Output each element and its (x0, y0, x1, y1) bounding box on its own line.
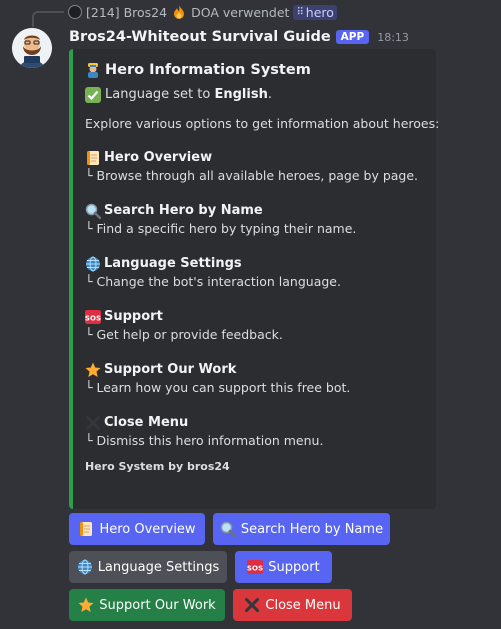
sos-icon-text: SOS (247, 563, 263, 572)
section-language-title: Language Settings (85, 254, 424, 273)
language-suffix: . (267, 87, 272, 102)
bot-username[interactable]: Bros24-Whiteout Survival Guide (69, 29, 331, 45)
scroll-icon (78, 521, 94, 537)
section-support-desc: └ Get help or provide feedback. (85, 327, 283, 342)
section-hero-overview-desc: └ Browse through all available heroes, p… (85, 168, 419, 183)
star-icon (85, 362, 101, 378)
language-line: Language set to English. (85, 86, 424, 104)
reply-connector (32, 11, 64, 27)
message-timestamp[interactable]: 18:13 (377, 31, 409, 44)
section-title-text: Support Our Work (104, 362, 237, 377)
message-header: Bros24-Whiteout Survival Guide APP 18:13 (69, 27, 409, 47)
sos-icon: SOS (247, 559, 264, 575)
scroll-icon (85, 150, 101, 166)
section-title-text: Close Menu (104, 415, 189, 430)
section-title-text: Support (104, 309, 163, 324)
avatar[interactable] (12, 28, 52, 68)
section-title-text: Hero Overview (104, 150, 213, 165)
button-label: Search Hero by Name (240, 521, 384, 537)
section-close-title: Close Menu (85, 413, 424, 432)
command-grid-icon: ⠿ (296, 6, 304, 18)
language-prefix: Language set to (105, 87, 215, 102)
globe-icon (85, 256, 101, 272)
button-label: Close Menu (265, 597, 341, 613)
magnifier-icon (85, 203, 101, 219)
command-name: hero (305, 4, 334, 20)
support-our-work-button[interactable]: Support Our Work (69, 589, 225, 621)
hero-info-embed: Hero Information System Language set to … (69, 49, 440, 509)
reply-avatar (68, 5, 82, 19)
button-label: Support Our Work (99, 597, 216, 613)
search-hero-button[interactable]: Search Hero by Name (213, 513, 390, 545)
embed-intro: Explore various options to get informati… (85, 116, 440, 131)
section-search-title: Search Hero by Name (85, 201, 424, 220)
section-title-text: Search Hero by Name (104, 203, 263, 218)
section-title-text: Language Settings (104, 256, 242, 271)
language-settings-button[interactable]: Language Settings (69, 551, 227, 583)
reply-text: DOA verwendet (191, 4, 290, 20)
button-label: Language Settings (97, 559, 220, 575)
close-menu-button[interactable]: Close Menu (233, 589, 352, 621)
cross-icon (85, 415, 101, 431)
section-hero-overview-title: Hero Overview (85, 148, 424, 167)
section-language-desc: └ Change the bot's interaction language. (85, 274, 341, 289)
section-search-desc: └ Find a specific hero by typing their n… (85, 221, 357, 236)
command-mention[interactable]: ⠿ hero (293, 4, 337, 20)
reply-reference[interactable]: [214] Bros24 DOA verwendet ⠿ hero (68, 3, 337, 21)
mechanic-icon (85, 62, 101, 78)
sos-icon-text: SOS (85, 313, 101, 322)
star-icon (78, 597, 94, 613)
embed-footer: Hero System by bros24 (85, 460, 230, 473)
fire-icon (171, 4, 187, 20)
hero-overview-button[interactable]: Hero Overview (69, 513, 205, 545)
check-mark-icon (85, 87, 101, 103)
button-label: Support (268, 559, 320, 575)
reply-username[interactable]: [214] Bros24 (86, 5, 167, 20)
embed-title: Hero Information System (85, 59, 424, 81)
magnifier-icon (220, 521, 236, 537)
section-support-work-desc: └ Learn how you can support this free bo… (85, 380, 351, 395)
app-badge: APP (335, 30, 370, 44)
support-button[interactable]: SOS Support (235, 551, 332, 583)
button-label: Hero Overview (99, 521, 196, 537)
section-close-desc: └ Dismiss this hero information menu. (85, 433, 324, 448)
sos-icon: SOS (85, 309, 101, 325)
section-support-title: SOS Support (85, 307, 424, 326)
cross-icon (244, 597, 260, 613)
language-value: English (214, 87, 268, 102)
globe-icon (77, 559, 93, 575)
embed-title-text: Hero Information System (105, 62, 311, 78)
section-support-work-title: Support Our Work (85, 360, 424, 379)
